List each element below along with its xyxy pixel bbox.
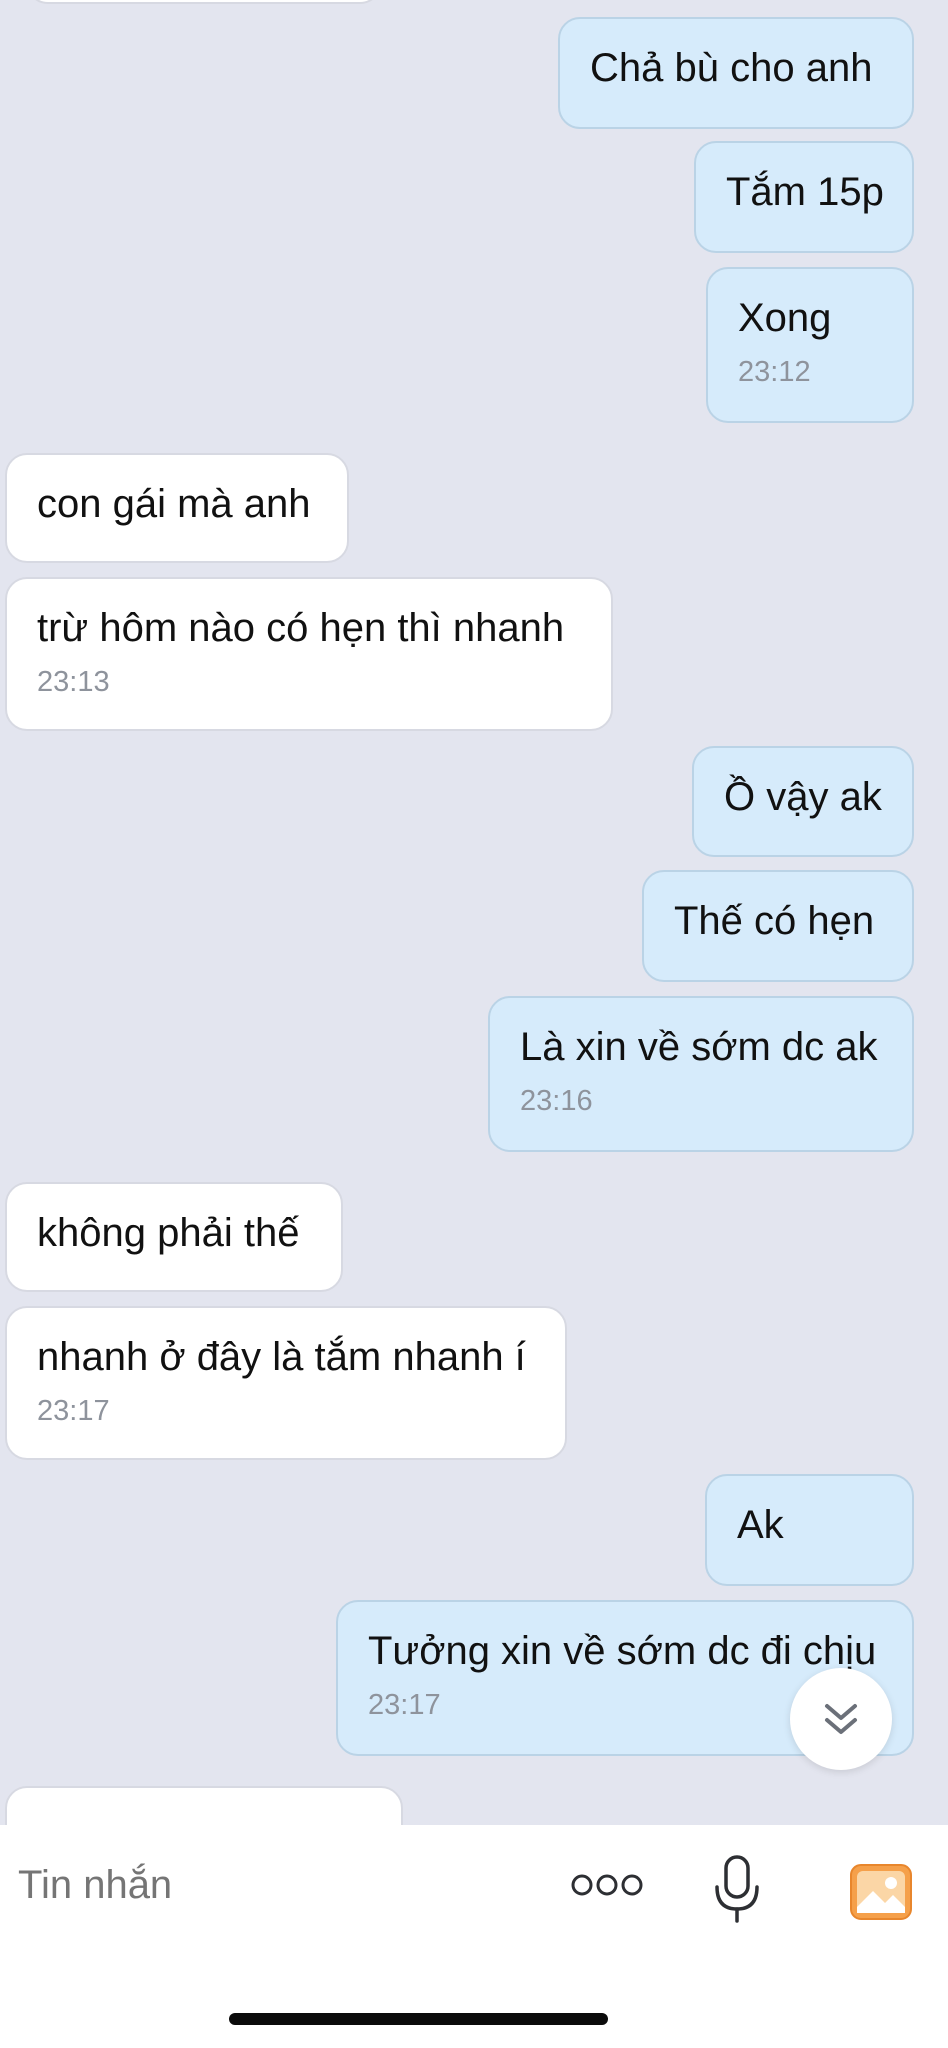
message-bubble-sent[interactable]: Ak (705, 1474, 914, 1586)
message-text: Xong (738, 296, 832, 340)
message-timestamp: 23:13 (37, 666, 110, 698)
voice-record-button[interactable] (710, 1853, 764, 1925)
message-bubble-sent[interactable]: Là xin về sớm dc ak 23:16 (488, 996, 914, 1152)
message-timestamp: 23:16 (520, 1085, 593, 1117)
message-bubble-received[interactable]: không phải thế (5, 1182, 343, 1292)
message-bubble-sent[interactable]: Thế có hẹn (642, 870, 914, 982)
message-bubble-sent[interactable]: Chả bù cho anh (558, 17, 914, 129)
message-text: Là xin về sớm dc ak (520, 1025, 878, 1069)
message-text: Tắm 15p (726, 170, 884, 214)
scroll-to-bottom-button[interactable] (790, 1668, 892, 1770)
message-text: không phải thế (37, 1211, 300, 1255)
message-text: Thế có hẹn (674, 899, 875, 943)
message-bubble-received[interactable]: trừ hôm nào có hẹn thì nhanh 23:13 (5, 577, 613, 731)
message-timestamp: 23:12 (738, 356, 811, 388)
more-options-button[interactable] (566, 1868, 648, 1902)
double-chevron-down-icon (825, 1704, 857, 1734)
message-text: Ồ vậy ak (724, 775, 882, 819)
message-input[interactable] (18, 1862, 518, 1908)
message-text: con gái mà anh (37, 482, 311, 526)
message-bubble-received[interactable]: nhanh ở đây là tắm nhanh í 23:17 (5, 1306, 567, 1460)
message-bubble-sent[interactable]: Ồ vậy ak (692, 746, 914, 857)
message-text: Ak (737, 1503, 784, 1547)
message-text: nhanh ở đây là tắm nhanh í (37, 1335, 526, 1379)
more-options-icon (571, 1874, 643, 1896)
message-bubble-received[interactable]: con gái mà anh (5, 453, 349, 563)
gallery-button[interactable] (846, 1860, 916, 1924)
microphone-icon (715, 1855, 759, 1923)
message-text: Chả bù cho anh (590, 46, 873, 90)
message-timestamp: 23:17 (37, 1395, 110, 1427)
partial-message-bubble (26, 0, 382, 4)
chat-area[interactable]: Chả bù cho anh Tắm 15p Xong 23:12 con gá… (0, 0, 948, 1825)
message-bubble-sent[interactable]: Tắm 15p (694, 141, 914, 253)
message-bubble-sent[interactable]: Xong 23:12 (706, 267, 914, 423)
message-text: Tưởng xin về sớm dc đi chịu (368, 1629, 877, 1673)
gallery-icon (850, 1864, 912, 1920)
home-indicator (229, 2013, 608, 2025)
partial-message-bubble (5, 1786, 403, 1825)
message-text: trừ hôm nào có hẹn thì nhanh (37, 606, 565, 650)
